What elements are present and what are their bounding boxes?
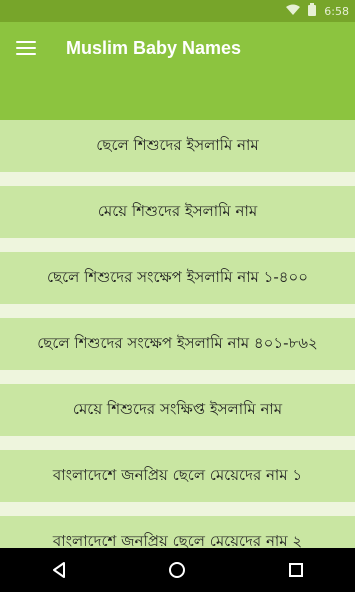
wifi-icon (286, 4, 301, 21)
list-item[interactable]: ছেলে শিশুদের সংক্ষেপ ইসলামি নাম ৪০১-৮৬২ (0, 318, 355, 370)
list-item[interactable]: বাংলাদেশে জনপ্রিয় ছেলে মেয়েদের নাম ১ (0, 450, 355, 502)
list-item[interactable]: মেয়ে শিশুদের সংক্ষিপ্ত ইসলামি নাম (0, 384, 355, 436)
app-title: Muslim Baby Names (66, 38, 242, 58)
back-icon[interactable] (41, 552, 77, 588)
status-time: 6:58 (324, 5, 349, 18)
recents-icon[interactable] (278, 552, 314, 588)
battery-icon (308, 3, 317, 21)
list-item-label: মেয়ে শিশুদের ইসলামি নাম (97, 201, 258, 220)
list-item[interactable]: ছেলে শিশুদের সংক্ষেপ ইসলামি নাম ১-৪০০ (0, 252, 355, 304)
app-bar: Muslim Baby Names (0, 22, 355, 120)
list-item-label: ছেলে শিশুদের সংক্ষেপ ইসলামি নাম ৪০১-৮৬২ (37, 333, 318, 352)
list-item[interactable]: ছেলে শিশুদের ইসলামি নাম (0, 120, 355, 172)
list-item[interactable]: মেয়ে শিশুদের ইসলামি নাম (0, 186, 355, 238)
name-category-list: ছেলে শিশুদের ইসলামি নাম মেয়ে শিশুদের ইস… (0, 120, 355, 582)
list-item-label: ছেলে শিশুদের সংক্ষেপ ইসলামি নাম ১-৪০০ (46, 267, 309, 286)
list-item-label: ছেলে শিশুদের ইসলামি নাম (96, 135, 259, 154)
list-item-label: মেয়ে শিশুদের সংক্ষিপ্ত ইসলামি নাম (72, 399, 283, 418)
hamburger-icon[interactable] (16, 41, 36, 57)
status-bar: 6:58 (0, 0, 355, 22)
navigation-bar (0, 548, 355, 592)
home-icon[interactable] (159, 552, 195, 588)
list-item-label: বাংলাদেশে জনপ্রিয় ছেলে মেয়েদের নাম ১ (52, 465, 303, 484)
